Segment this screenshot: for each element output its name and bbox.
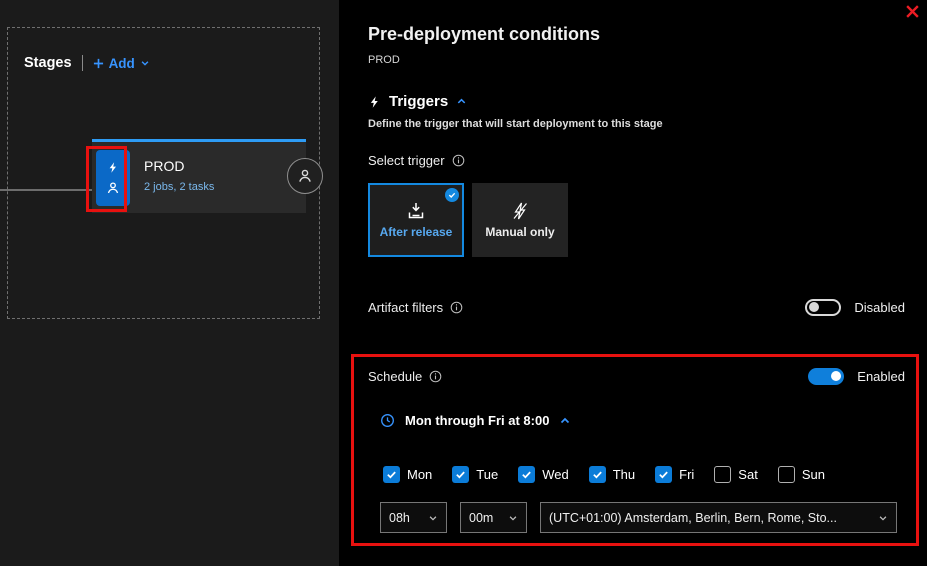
- trigger-option-after-release[interactable]: After release: [368, 183, 464, 257]
- schedule-summary-row[interactable]: Mon through Fri at 8:00: [380, 413, 571, 428]
- release-pipeline-screen: Stages Add: [0, 0, 927, 566]
- trigger-option-manual-only[interactable]: Manual only: [472, 183, 568, 257]
- day-label: Sun: [802, 467, 825, 482]
- stage-card-accent-bar: [92, 139, 306, 142]
- artifact-filters-label-group: Artifact filters: [368, 300, 463, 315]
- day-checkbox-mon[interactable]: Mon: [383, 466, 432, 483]
- info-icon[interactable]: [452, 154, 465, 167]
- panel-title: Pre-deployment conditions: [368, 24, 600, 45]
- day-label: Thu: [613, 467, 635, 482]
- lightning-icon: [368, 95, 381, 109]
- stage-approver-badge[interactable]: [287, 158, 323, 194]
- artifact-filters-state-group: Disabled: [805, 299, 905, 316]
- triggers-heading: Triggers: [389, 93, 448, 110]
- day-checkbox-thu[interactable]: Thu: [589, 466, 635, 483]
- artifact-filters-row: Artifact filters Disabled: [368, 296, 905, 318]
- stage-jobs-tasks-link[interactable]: 2 jobs, 2 tasks: [144, 181, 214, 193]
- artifact-filters-state: Disabled: [854, 300, 905, 315]
- day-label: Wed: [542, 467, 569, 482]
- minute-select[interactable]: 00m: [460, 502, 527, 533]
- chevron-up-icon: [456, 96, 467, 107]
- stages-label: Stages: [24, 55, 72, 71]
- chevron-up-icon: [559, 415, 571, 427]
- schedule-toggle[interactable]: [808, 368, 844, 385]
- stage-card-prod[interactable]: PROD 2 jobs, 2 tasks: [92, 139, 306, 213]
- schedule-state: Enabled: [857, 369, 905, 384]
- clock-icon: [380, 413, 395, 428]
- schedule-label: Schedule: [368, 369, 422, 384]
- trigger-option-label: Manual only: [485, 225, 554, 239]
- select-trigger-row: Select trigger: [368, 153, 465, 168]
- chevron-down-icon: [428, 513, 438, 523]
- pipeline-canvas: Stages Add: [0, 0, 339, 566]
- day-label: Tue: [476, 467, 498, 482]
- select-trigger-label: Select trigger: [368, 153, 445, 168]
- hour-select[interactable]: 08h: [380, 502, 447, 533]
- trigger-options: After release Manual only: [368, 183, 568, 257]
- pre-deployment-conditions-panel: Pre-deployment conditions PROD Triggers …: [339, 0, 927, 566]
- chevron-down-icon: [878, 513, 888, 523]
- hour-value: 08h: [389, 511, 410, 525]
- person-icon: [106, 181, 120, 195]
- lightning-icon: [107, 161, 119, 174]
- schedule-state-group: Enabled: [808, 368, 905, 385]
- triggers-section-header[interactable]: Triggers: [368, 93, 467, 110]
- person-icon: [297, 168, 313, 184]
- stages-header: Stages Add: [24, 51, 150, 75]
- checkbox-checked-icon: [589, 466, 606, 483]
- add-stage-button[interactable]: Add: [93, 56, 150, 71]
- day-checkbox-tue[interactable]: Tue: [452, 466, 498, 483]
- schedule-days-row: Mon Tue Wed Thu Fri Sat: [383, 466, 825, 483]
- info-icon[interactable]: [450, 301, 463, 314]
- stage-connector-line: [0, 189, 93, 191]
- stage-title: PROD: [144, 158, 184, 174]
- chevron-down-icon: [140, 58, 150, 68]
- schedule-time-row: 08h 00m (UTC+01:00) Amsterdam, Berlin, B…: [380, 502, 897, 533]
- checkbox-checked-icon: [518, 466, 535, 483]
- info-icon[interactable]: [429, 370, 442, 383]
- plus-icon: [93, 58, 104, 69]
- timezone-select[interactable]: (UTC+01:00) Amsterdam, Berlin, Bern, Rom…: [540, 502, 897, 533]
- after-release-icon: [406, 201, 426, 221]
- day-label: Sat: [738, 467, 758, 482]
- checkbox-checked-icon: [655, 466, 672, 483]
- pre-deployment-conditions-button[interactable]: [96, 150, 130, 206]
- triggers-description: Define the trigger that will start deplo…: [368, 118, 663, 130]
- day-checkbox-sat[interactable]: Sat: [714, 466, 758, 483]
- toggle-knob: [809, 302, 819, 312]
- minute-value: 00m: [469, 511, 493, 525]
- close-icon[interactable]: [905, 4, 920, 19]
- panel-stage-name: PROD: [368, 54, 400, 66]
- day-checkbox-sun[interactable]: Sun: [778, 466, 825, 483]
- day-checkbox-wed[interactable]: Wed: [518, 466, 569, 483]
- day-label: Mon: [407, 467, 432, 482]
- day-checkbox-fri[interactable]: Fri: [655, 466, 694, 483]
- artifact-filters-label: Artifact filters: [368, 300, 443, 315]
- schedule-label-group: Schedule: [368, 369, 442, 384]
- trigger-option-label: After release: [380, 225, 453, 239]
- chevron-down-icon: [508, 513, 518, 523]
- schedule-summary-text: Mon through Fri at 8:00: [405, 413, 549, 428]
- selected-radio-icon: [445, 188, 459, 202]
- checkbox-unchecked-icon: [778, 466, 795, 483]
- header-divider: [82, 55, 83, 71]
- artifact-filters-toggle[interactable]: [805, 299, 841, 316]
- timezone-value: (UTC+01:00) Amsterdam, Berlin, Bern, Rom…: [549, 511, 837, 525]
- schedule-row: Schedule Enabled: [368, 365, 905, 387]
- checkbox-checked-icon: [452, 466, 469, 483]
- day-label: Fri: [679, 467, 694, 482]
- toggle-knob: [831, 371, 841, 381]
- checkbox-unchecked-icon: [714, 466, 731, 483]
- manual-only-icon: [510, 201, 530, 221]
- add-stage-label: Add: [109, 56, 135, 71]
- checkbox-checked-icon: [383, 466, 400, 483]
